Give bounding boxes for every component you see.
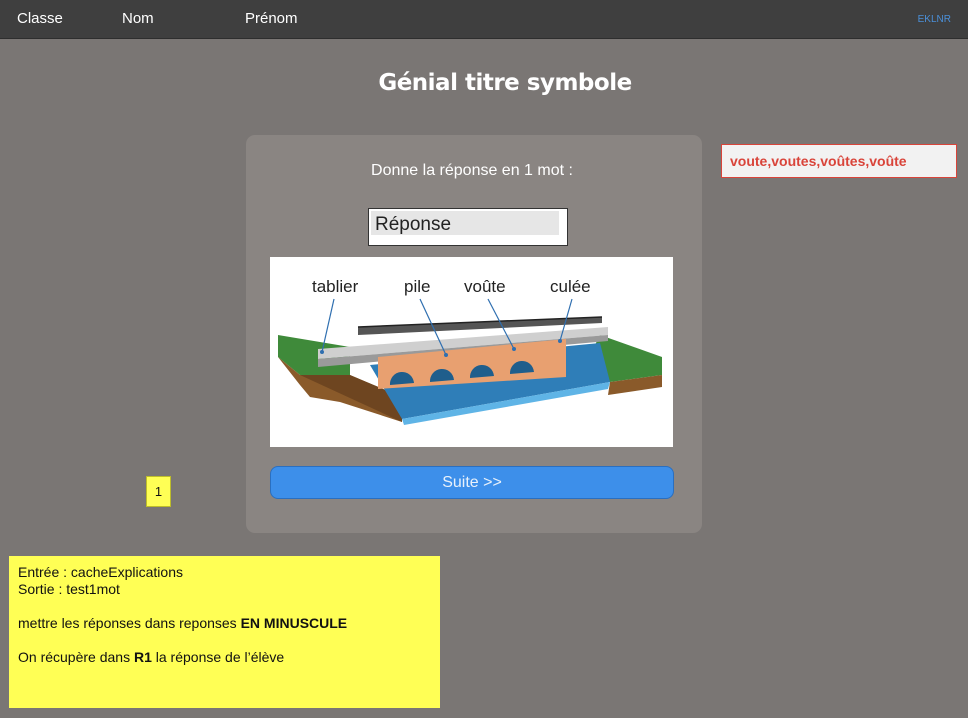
bridge-illustration: tablier pile voûte culée: [278, 277, 662, 425]
question-prompt: Donne la réponse en 1 mot :: [371, 162, 573, 179]
page-title: Génial titre symbole: [378, 70, 632, 96]
bridge-diagram: tablier pile voûte culée: [270, 257, 673, 447]
notes-line-r1: On récupère dans R1 la réponse de l’élèv…: [18, 649, 431, 666]
teacher-notes: Entrée : cacheExplications Sortie : test…: [9, 556, 440, 708]
session-code[interactable]: EKLNR: [918, 14, 951, 25]
answer-input[interactable]: [371, 211, 559, 235]
expected-answers: voute,voutes,voûtes,voûte: [721, 144, 957, 178]
notes-line-minuscule-bold: EN MINUSCULE: [240, 615, 348, 631]
prenom-label[interactable]: Prénom: [245, 10, 298, 27]
notes-line-r1-bold: R1: [133, 649, 152, 665]
notes-sortie: Sortie : test1mot: [18, 581, 120, 597]
question-counter: 1: [146, 476, 171, 507]
diagram-label-culee: culée: [550, 277, 591, 296]
notes-line-minuscule: mettre les réponses dans reponses EN MIN…: [18, 615, 431, 632]
notes-line-r1-post: la réponse de l’élève: [151, 649, 285, 665]
classe-label[interactable]: Classe: [17, 10, 63, 27]
diagram-label-voute: voûte: [464, 277, 506, 296]
notes-entree: Entrée : cacheExplications: [18, 564, 183, 580]
question-card: Donne la réponse en 1 mot : tablier pile…: [246, 135, 702, 533]
suite-button[interactable]: Suite >>: [270, 466, 674, 499]
notes-line-minuscule-text: mettre les réponses dans reponses: [18, 615, 241, 631]
diagram-label-tablier: tablier: [312, 277, 359, 296]
answer-field-frame: [368, 208, 568, 246]
diagram-label-pile: pile: [404, 277, 430, 296]
nom-label[interactable]: Nom: [122, 10, 154, 27]
notes-line-r1-pre: On récupère dans: [18, 649, 134, 665]
top-bar: Classe Nom Prénom EKLNR: [0, 0, 968, 39]
